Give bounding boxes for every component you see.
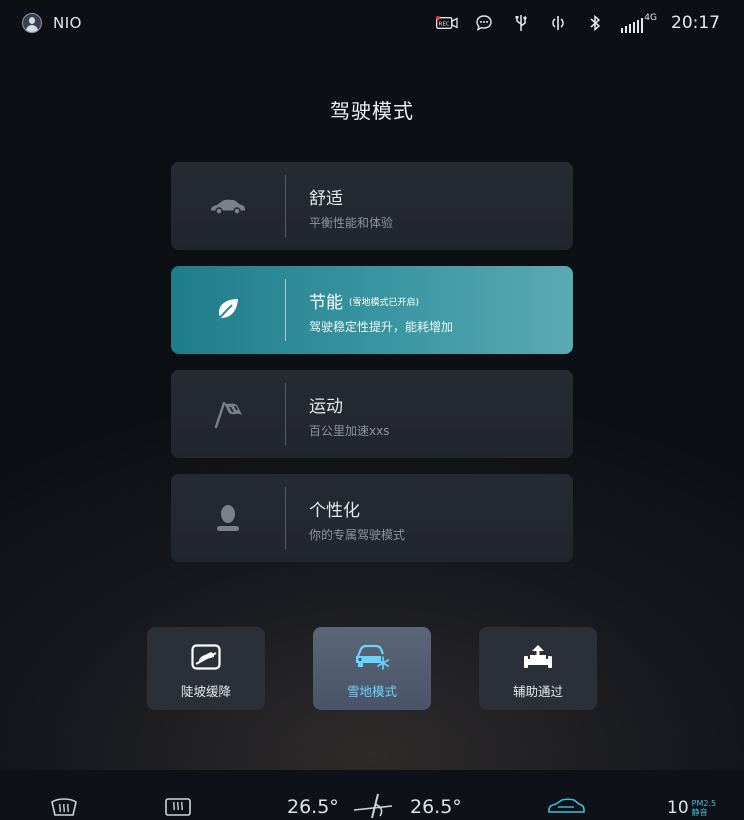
- quick-label: 辅助通过: [512, 684, 563, 699]
- quick-label: 陡坡缓降: [180, 684, 231, 699]
- network-label: 4G: [644, 13, 657, 23]
- snow-mode-note: (雪地模式已开启): [349, 298, 420, 308]
- pm-label: PM2.5: [691, 799, 717, 808]
- fan-icon[interactable]: [350, 792, 396, 820]
- clock: 20:17: [671, 13, 720, 33]
- message-icon: [473, 13, 495, 33]
- signal-icon: 4G: [621, 13, 657, 33]
- status-bar: NIO REC 4G 20:17: [0, 0, 744, 48]
- lift-icon: [523, 643, 553, 671]
- mode-desc: 平衡性能和体验: [309, 216, 394, 230]
- brand[interactable]: NIO: [22, 13, 82, 33]
- brand-name: NIO: [53, 14, 82, 32]
- quick-actions: 陡坡缓降 雪地模式 辅助通过: [147, 627, 597, 710]
- air-quality[interactable]: 10 PM2.5 静音: [667, 798, 716, 818]
- car-air-icon[interactable]: [546, 796, 586, 816]
- flag-icon: [191, 370, 265, 458]
- assisted-pass-button[interactable]: 辅助通过: [479, 627, 597, 710]
- snow-mode-button[interactable]: 雪地模式: [313, 627, 431, 710]
- usb-icon: [510, 13, 532, 33]
- mode-title: 舒适: [309, 189, 343, 209]
- mode-card-comfort[interactable]: 舒适 平衡性能和体验: [171, 162, 573, 250]
- front-defrost-icon[interactable]: [50, 796, 78, 816]
- avatar[interactable]: [22, 13, 42, 33]
- mode-card-custom[interactable]: 个性化 你的专属驾驶模式: [171, 474, 573, 562]
- mode-desc: 驾驶稳定性提升，能耗增加: [309, 320, 454, 334]
- mode-card-eco[interactable]: 节能 (雪地模式已开启) 驾驶稳定性提升，能耗增加: [171, 266, 573, 354]
- mode-desc: 百公里加速xxs: [309, 424, 390, 438]
- temp-left: 26.5°: [287, 796, 339, 818]
- mode-card-sport[interactable]: 运动 百公里加速xxs: [171, 370, 573, 458]
- snow-car-icon: [355, 643, 389, 671]
- mode-title: 节能 (雪地模式已开启): [309, 293, 420, 313]
- page-title: 驾驶模式: [330, 99, 414, 123]
- bluetooth-icon: [584, 13, 606, 33]
- hill-descent-icon: [191, 643, 221, 671]
- voice-icon: [547, 13, 569, 33]
- right-temperature[interactable]: 26.5°: [410, 796, 462, 818]
- rear-defrost-icon[interactable]: [164, 796, 192, 816]
- mode-title: 运动: [309, 397, 343, 417]
- quick-label: 雪地模式: [346, 684, 397, 699]
- leaf-icon: [191, 266, 265, 354]
- car-icon: [191, 162, 265, 250]
- status-icons: REC 4G 20:17: [436, 13, 720, 33]
- mode-list: 舒适 平衡性能和体验 节能 (雪地模式已开启) 驾驶稳定性提升，能耗增加 运动 百…: [171, 162, 573, 578]
- hill-descent-button[interactable]: 陡坡缓降: [147, 627, 265, 710]
- left-temperature[interactable]: 26.5°: [287, 796, 339, 818]
- pm-sub: 静音: [691, 808, 708, 817]
- person-icon: [191, 474, 265, 562]
- temp-right: 26.5°: [410, 796, 462, 818]
- pm-value: 10: [667, 798, 689, 818]
- mode-title: 个性化: [309, 501, 360, 521]
- rec-label: REC: [439, 21, 450, 27]
- mode-desc: 你的专属驾驶模式: [309, 528, 406, 542]
- bottom-dock: 26.5° 26.5° 10 PM2.5 静音: [0, 770, 744, 820]
- rec-camera-icon: REC: [436, 13, 458, 33]
